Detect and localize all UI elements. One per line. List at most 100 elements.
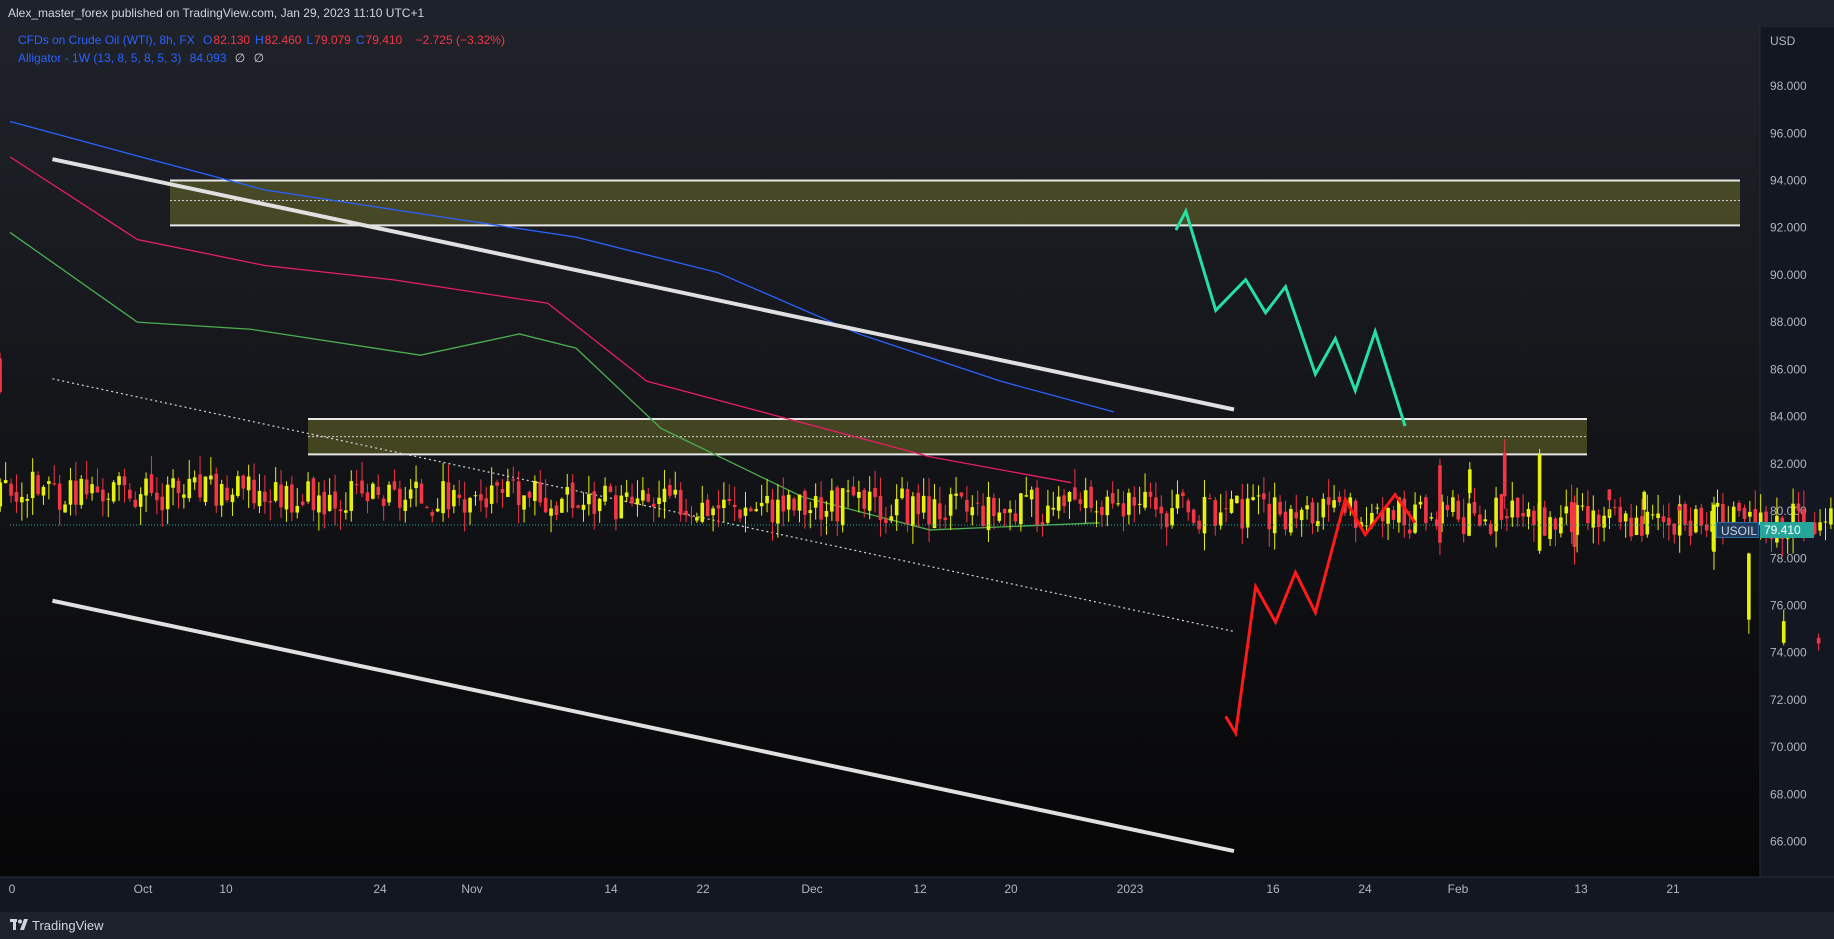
candle-body [144,478,148,496]
candle-body [1640,516,1644,536]
candle-body [1083,490,1088,509]
ohlc-value-c: 79.410 [365,33,403,47]
candle-body [1526,508,1531,517]
candle-body [1816,637,1821,644]
candle-body [705,499,710,517]
candle-body [975,502,980,504]
candle-body [257,490,262,507]
candle-body [360,480,364,494]
candle-body [565,487,570,495]
candle-body [716,505,721,509]
candle-body [1747,553,1751,620]
candle-body [543,497,548,513]
candle-body [203,476,208,502]
candle-body [489,485,494,504]
candle-body [311,478,316,511]
x-tick-label: 10 [219,882,233,896]
candle-body [878,495,883,521]
candle-body [68,480,73,505]
candle-body [824,511,829,517]
candle-body [1742,507,1747,520]
x-tick-label: Dec [801,882,822,896]
legend-ohlc: O82.130 H82.460 L79.079 C79.410 [203,33,407,47]
candle-body [857,491,861,498]
candle-body [689,516,694,518]
indicator-name: Alligator - 1W (13, 8, 5, 8, 5, 3) [18,51,182,65]
candle-body [846,490,850,492]
ohlc-key-c: C [355,33,365,47]
candle-body [1580,505,1585,507]
candle-body [1364,525,1369,527]
candle-body [1024,495,1029,497]
candle-body [1029,489,1034,500]
candle-body [273,482,278,501]
candle-body [932,499,937,529]
candle-body [1013,513,1018,522]
candle-body [36,475,40,495]
candle-body [111,482,116,502]
candle-body [419,483,424,504]
candle-body [398,488,402,508]
candle-body [155,492,159,501]
candle-body [1515,497,1520,518]
candle-body [425,507,429,509]
candle-body [862,489,867,509]
candle-body [230,494,235,503]
candle-body [306,481,310,502]
candle-body [511,479,516,481]
candle-body [614,495,618,520]
candle-body [468,498,472,513]
candle-body [592,491,597,514]
candle-body [1326,497,1331,505]
candle-body [128,489,132,499]
candle-body [1748,511,1752,517]
candle-body [786,494,791,510]
y-tick-label: 74.000 [1770,646,1807,660]
candle-body [1521,513,1525,517]
candle-body [479,494,483,501]
candle-body [1051,507,1056,510]
candle-body [1062,495,1066,507]
candle-body [776,499,780,524]
candle-body [1159,506,1164,514]
candle-body [938,503,942,520]
candle-body [722,499,726,509]
candle-body [576,505,580,508]
candle-body [894,499,899,516]
candle-body [1299,509,1304,521]
publisher-bar: Alex_master_forex published on TradingVi… [0,0,1834,27]
candle-body [1035,487,1039,526]
candle-body [1208,498,1212,500]
candle-body [997,512,1002,521]
candle-body [1461,517,1466,535]
candle-body [3,480,8,484]
x-tick-label: 2023 [1117,882,1144,896]
candle-body [192,477,197,483]
indicator-value: 84.093 [189,51,227,65]
candle-body [1391,510,1396,520]
candle-body [225,487,229,501]
candle-body [965,499,969,512]
x-tick-label: 16 [1266,882,1280,896]
candle-body [1532,510,1536,526]
candle-body [101,489,105,502]
candle-body [889,516,894,521]
candle-body [79,478,84,505]
candle-body [1094,511,1099,513]
y-tick-label: 82.000 [1770,457,1807,471]
candle-body [171,478,175,488]
candle-body [414,481,418,489]
candle-body [830,490,834,512]
chart-canvas[interactable]: 66.000 68.000 70.000 72.000 74.000 76.000 78.0… [0,27,1834,912]
candle-body [1197,520,1201,530]
candle-body [749,508,753,512]
candle-body [106,498,111,500]
candle-body [263,491,267,502]
candle-body [1272,497,1277,534]
candle-body [840,488,845,526]
candle-body [1116,503,1120,505]
resistance-zone [170,180,1740,226]
candle-body [349,481,354,511]
candle-body [522,495,526,510]
candle-body [992,497,996,517]
